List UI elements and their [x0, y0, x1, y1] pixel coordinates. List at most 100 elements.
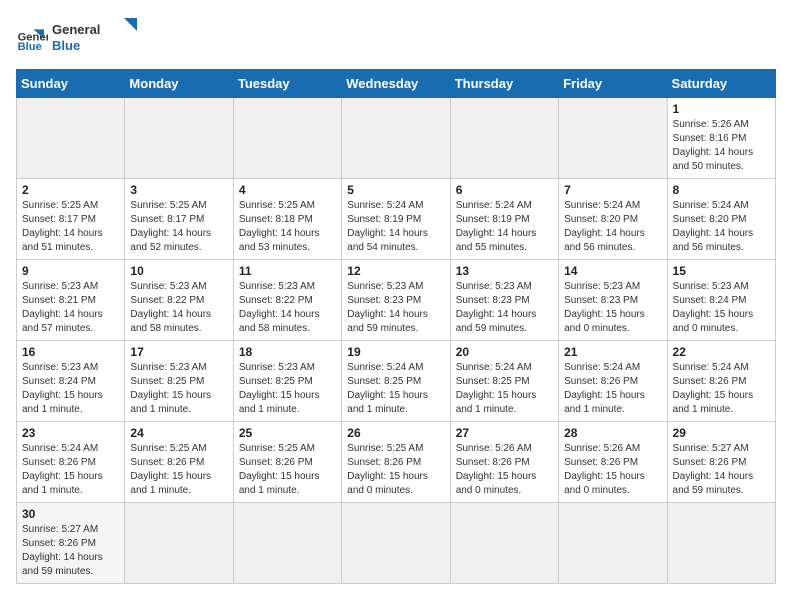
day-info: Sunrise: 5:23 AM Sunset: 8:23 PM Dayligh… — [564, 280, 661, 336]
calendar-week-row: 23 Sunrise: 5:24 AM Sunset: 8:26 PM Dayli… — [17, 422, 776, 503]
day-info: Sunrise: 5:24 AM Sunset: 8:19 PM Dayligh… — [456, 199, 553, 255]
day-info: Sunrise: 5:24 AM Sunset: 8:25 PM Dayligh… — [347, 361, 444, 417]
calendar-cell: 25 Sunrise: 5:25 AM Sunset: 8:26 PM Dayli… — [233, 422, 341, 503]
day-number: 21 — [564, 345, 661, 359]
day-number: 7 — [564, 183, 661, 197]
calendar-cell: 11 Sunrise: 5:23 AM Sunset: 8:22 PM Dayli… — [233, 260, 341, 341]
day-number: 17 — [130, 345, 227, 359]
day-number: 10 — [130, 264, 227, 278]
day-number: 26 — [347, 426, 444, 440]
calendar-cell: 23 Sunrise: 5:24 AM Sunset: 8:26 PM Dayli… — [17, 422, 125, 503]
calendar-cell: 19 Sunrise: 5:24 AM Sunset: 8:25 PM Dayli… — [342, 341, 450, 422]
day-info: Sunrise: 5:27 AM Sunset: 8:26 PM Dayligh… — [673, 442, 770, 498]
svg-text:Blue: Blue — [18, 41, 42, 53]
calendar-week-row: 1 Sunrise: 5:26 AM Sunset: 8:16 PM Daylig… — [17, 98, 776, 179]
calendar-cell — [233, 98, 341, 179]
calendar-cell: 27 Sunrise: 5:26 AM Sunset: 8:26 PM Dayli… — [450, 422, 558, 503]
day-info: Sunrise: 5:23 AM Sunset: 8:22 PM Dayligh… — [239, 280, 336, 336]
calendar-cell — [342, 503, 450, 584]
page-container: General Blue General Blue SundayMondayTu… — [16, 16, 776, 584]
calendar-cell: 7 Sunrise: 5:24 AM Sunset: 8:20 PM Daylig… — [559, 179, 667, 260]
calendar-week-row: 9 Sunrise: 5:23 AM Sunset: 8:21 PM Daylig… — [17, 260, 776, 341]
day-number: 11 — [239, 264, 336, 278]
day-number: 19 — [347, 345, 444, 359]
day-info: Sunrise: 5:24 AM Sunset: 8:26 PM Dayligh… — [22, 442, 119, 498]
calendar-cell: 21 Sunrise: 5:24 AM Sunset: 8:26 PM Dayli… — [559, 341, 667, 422]
day-number: 1 — [673, 102, 770, 116]
day-info: Sunrise: 5:25 AM Sunset: 8:17 PM Dayligh… — [130, 199, 227, 255]
day-info: Sunrise: 5:24 AM Sunset: 8:26 PM Dayligh… — [673, 361, 770, 417]
day-info: Sunrise: 5:24 AM Sunset: 8:25 PM Dayligh… — [456, 361, 553, 417]
svg-text:General: General — [52, 22, 100, 37]
calendar-cell: 10 Sunrise: 5:23 AM Sunset: 8:22 PM Dayli… — [125, 260, 233, 341]
day-info: Sunrise: 5:23 AM Sunset: 8:22 PM Dayligh… — [130, 280, 227, 336]
day-number: 3 — [130, 183, 227, 197]
day-info: Sunrise: 5:24 AM Sunset: 8:19 PM Dayligh… — [347, 199, 444, 255]
calendar-cell — [125, 503, 233, 584]
svg-text:Blue: Blue — [52, 38, 80, 53]
day-info: Sunrise: 5:26 AM Sunset: 8:26 PM Dayligh… — [564, 442, 661, 498]
calendar-week-row: 30Sunrise: 5:27 AM Sunset: 8:26 PM Dayli… — [17, 503, 776, 584]
calendar-cell: 16Sunrise: 5:23 AM Sunset: 8:24 PM Dayli… — [17, 341, 125, 422]
day-info: Sunrise: 5:25 AM Sunset: 8:26 PM Dayligh… — [239, 442, 336, 498]
header: General Blue General Blue — [16, 16, 776, 61]
calendar-cell — [17, 98, 125, 179]
logo-wordmark: General Blue — [52, 16, 152, 61]
weekday-header-monday: Monday — [125, 70, 233, 98]
day-info: Sunrise: 5:23 AM Sunset: 8:23 PM Dayligh… — [456, 280, 553, 336]
calendar-week-row: 16Sunrise: 5:23 AM Sunset: 8:24 PM Dayli… — [17, 341, 776, 422]
weekday-header-sunday: Sunday — [17, 70, 125, 98]
day-number: 12 — [347, 264, 444, 278]
day-info: Sunrise: 5:25 AM Sunset: 8:18 PM Dayligh… — [239, 199, 336, 255]
day-info: Sunrise: 5:26 AM Sunset: 8:16 PM Dayligh… — [673, 118, 770, 174]
day-info: Sunrise: 5:23 AM Sunset: 8:21 PM Dayligh… — [22, 280, 119, 336]
calendar-cell: 6Sunrise: 5:24 AM Sunset: 8:19 PM Daylig… — [450, 179, 558, 260]
day-number: 4 — [239, 183, 336, 197]
day-number: 9 — [22, 264, 119, 278]
day-info: Sunrise: 5:23 AM Sunset: 8:25 PM Dayligh… — [130, 361, 227, 417]
day-info: Sunrise: 5:24 AM Sunset: 8:20 PM Dayligh… — [673, 199, 770, 255]
calendar-cell: 4 Sunrise: 5:25 AM Sunset: 8:18 PM Daylig… — [233, 179, 341, 260]
day-number: 24 — [130, 426, 227, 440]
calendar-cell: 8Sunrise: 5:24 AM Sunset: 8:20 PM Daylig… — [667, 179, 775, 260]
calendar-cell — [559, 503, 667, 584]
day-info: Sunrise: 5:23 AM Sunset: 8:24 PM Dayligh… — [22, 361, 119, 417]
day-number: 23 — [22, 426, 119, 440]
day-info: Sunrise: 5:25 AM Sunset: 8:17 PM Dayligh… — [22, 199, 119, 255]
calendar-cell: 5Sunrise: 5:24 AM Sunset: 8:19 PM Daylig… — [342, 179, 450, 260]
calendar-cell — [125, 98, 233, 179]
calendar-cell: 28Sunrise: 5:26 AM Sunset: 8:26 PM Dayli… — [559, 422, 667, 503]
weekday-header-tuesday: Tuesday — [233, 70, 341, 98]
day-info: Sunrise: 5:24 AM Sunset: 8:26 PM Dayligh… — [564, 361, 661, 417]
day-number: 30 — [22, 507, 119, 521]
calendar-cell: 26 Sunrise: 5:25 AM Sunset: 8:26 PM Dayli… — [342, 422, 450, 503]
day-number: 2 — [22, 183, 119, 197]
calendar-cell: 14 Sunrise: 5:23 AM Sunset: 8:23 PM Dayli… — [559, 260, 667, 341]
calendar-cell: 15 Sunrise: 5:23 AM Sunset: 8:24 PM Dayli… — [667, 260, 775, 341]
calendar-cell: 18 Sunrise: 5:23 AM Sunset: 8:25 PM Dayli… — [233, 341, 341, 422]
day-info: Sunrise: 5:25 AM Sunset: 8:26 PM Dayligh… — [130, 442, 227, 498]
logo: General Blue General Blue — [16, 16, 152, 61]
day-info: Sunrise: 5:23 AM Sunset: 8:25 PM Dayligh… — [239, 361, 336, 417]
day-number: 27 — [456, 426, 553, 440]
calendar-cell — [233, 503, 341, 584]
calendar-cell: 2 Sunrise: 5:25 AM Sunset: 8:17 PM Daylig… — [17, 179, 125, 260]
weekday-header-row: SundayMondayTuesdayWednesdayThursdayFrid… — [17, 70, 776, 98]
day-number: 18 — [239, 345, 336, 359]
day-number: 14 — [564, 264, 661, 278]
weekday-header-friday: Friday — [559, 70, 667, 98]
calendar-table: SundayMondayTuesdayWednesdayThursdayFrid… — [16, 69, 776, 584]
day-info: Sunrise: 5:23 AM Sunset: 8:24 PM Dayligh… — [673, 280, 770, 336]
day-info: Sunrise: 5:25 AM Sunset: 8:26 PM Dayligh… — [347, 442, 444, 498]
calendar-cell — [450, 503, 558, 584]
calendar-cell: 30Sunrise: 5:27 AM Sunset: 8:26 PM Dayli… — [17, 503, 125, 584]
day-number: 20 — [456, 345, 553, 359]
calendar-cell: 29Sunrise: 5:27 AM Sunset: 8:26 PM Dayli… — [667, 422, 775, 503]
day-number: 15 — [673, 264, 770, 278]
calendar-cell: 17 Sunrise: 5:23 AM Sunset: 8:25 PM Dayli… — [125, 341, 233, 422]
calendar-cell: 12Sunrise: 5:23 AM Sunset: 8:23 PM Dayli… — [342, 260, 450, 341]
calendar-cell: 9 Sunrise: 5:23 AM Sunset: 8:21 PM Daylig… — [17, 260, 125, 341]
day-info: Sunrise: 5:24 AM Sunset: 8:20 PM Dayligh… — [564, 199, 661, 255]
day-number: 25 — [239, 426, 336, 440]
day-info: Sunrise: 5:26 AM Sunset: 8:26 PM Dayligh… — [456, 442, 553, 498]
